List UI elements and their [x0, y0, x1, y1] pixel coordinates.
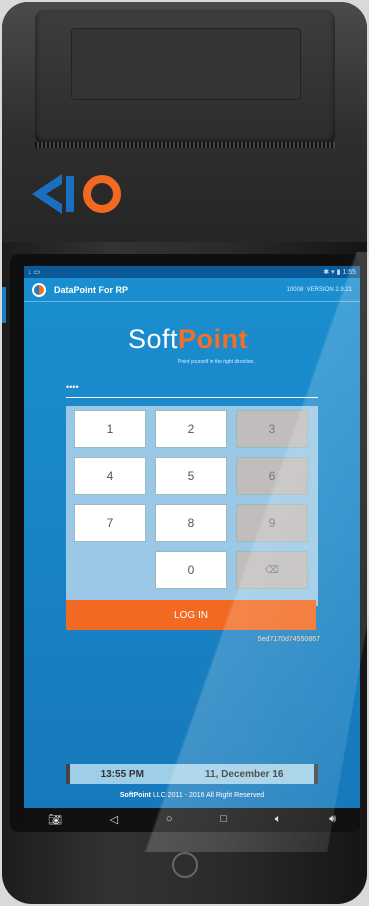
device-logo-icon [32, 174, 121, 214]
app-bar: DataPoint For RP 10008 VERSION 2.9.21 [24, 278, 360, 302]
key-3[interactable]: 3 [236, 410, 308, 448]
tear-bar [35, 142, 335, 148]
brand-tagline: Point yourself in the right direction. [178, 359, 255, 365]
status-right: ✱ ▾ ▮ 1:55 [323, 269, 356, 276]
copyright-text: LLC 2011 - 2016 All Right Reserved [151, 792, 265, 799]
volume-down-icon[interactable]: 🔈︎ [275, 813, 282, 826]
current-time: 13:55 PM [100, 768, 144, 780]
device-serial: 5ed7170d74550867 [257, 636, 320, 643]
brand-point: Point [178, 324, 249, 354]
hardware-home-button[interactable] [172, 852, 198, 878]
softpoint-logo-icon [32, 282, 46, 297]
key-4[interactable]: 4 [74, 457, 146, 495]
paper-door [71, 28, 301, 100]
app-screen: ↓ ▭ ✱ ▾ ▮ 1:55 DataPoint For RP 10008 VE… [24, 266, 360, 830]
backspace-key[interactable]: ⌫ [236, 551, 308, 589]
key-9[interactable]: 9 [236, 504, 308, 542]
status-bar: ↓ ▭ ✱ ▾ ▮ 1:55 [24, 266, 360, 278]
app-title: DataPoint For RP [54, 284, 129, 295]
key-7[interactable]: 7 [74, 504, 146, 542]
softpoint-brand: SoftPoint [128, 324, 248, 355]
printer-housing [2, 2, 367, 242]
copyright-brand: SoftPoint [119, 792, 151, 799]
volume-up-icon[interactable]: 🔊︎ [329, 813, 336, 826]
brand-soft: Soft [128, 324, 179, 354]
login-button[interactable]: LOG IN [66, 600, 316, 630]
current-date: 11, December 16 [205, 768, 284, 780]
app-id: 10008 [286, 286, 304, 293]
version-label: VERSION 2.9.21 [306, 286, 352, 293]
camera-icon[interactable]: 📷︎ [48, 813, 62, 826]
side-key [2, 287, 6, 323]
status-left-icons: ↓ ▭ [28, 269, 41, 276]
numeric-keypad: 1 2 3 4 5 6 7 8 9 0 ⌫ [66, 406, 318, 606]
back-icon[interactable]: ◁ [110, 813, 118, 826]
recents-icon[interactable]: □ [220, 813, 227, 825]
copyright: SoftPoint LLC 2011 - 2016 All Right Rese… [24, 792, 360, 799]
key-6[interactable]: 6 [236, 457, 308, 495]
android-nav-bar: 📷︎ ◁ ○ □ 🔈︎ 🔊︎ [24, 808, 360, 830]
key-5[interactable]: 5 [155, 457, 227, 495]
pin-input[interactable]: •••• [66, 382, 318, 398]
time-bar: 13:55 PM 11, December 16 [66, 764, 318, 784]
home-icon[interactable]: ○ [166, 813, 173, 825]
key-2[interactable]: 2 [155, 410, 227, 448]
app-version: 10008 VERSION 2.9.21 [287, 287, 352, 293]
paper-cover [35, 10, 335, 145]
key-1[interactable]: 1 [74, 410, 146, 448]
key-0[interactable]: 0 [155, 551, 227, 589]
key-8[interactable]: 8 [155, 504, 227, 542]
